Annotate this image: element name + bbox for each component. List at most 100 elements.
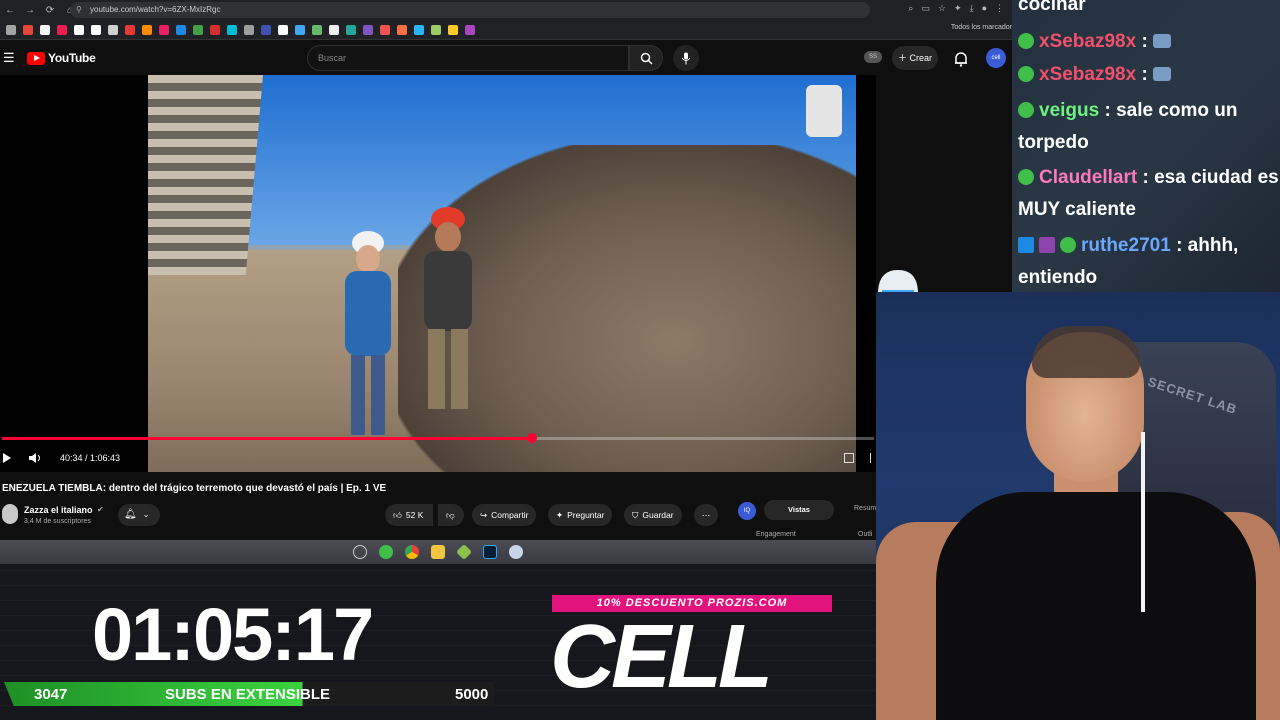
chat-username[interactable]: xSebaz98x — [1039, 31, 1136, 52]
video-time-display: 40:34 / 1:06:43 — [60, 453, 121, 463]
emote-icon — [1153, 67, 1172, 81]
search-input[interactable]: Buscar — [307, 45, 629, 71]
tab-views[interactable]: Vistas — [764, 500, 834, 520]
create-label: Crear — [909, 53, 933, 63]
search-button[interactable] — [629, 45, 663, 71]
bookmark-icon[interactable] — [465, 24, 475, 35]
bookmark-icon[interactable] — [414, 24, 424, 35]
download-icon[interactable]: ⤓ — [970, 3, 974, 14]
chat-username[interactable]: Claudellart — [1039, 167, 1137, 188]
photoshop-icon[interactable] — [483, 545, 497, 559]
webcam-feed: SECRET LAB — [876, 292, 1280, 720]
like-button[interactable]: 👍︎ 52 K — [385, 504, 433, 526]
iq-extension-icon[interactable]: IQ — [738, 502, 756, 520]
extensions-icon[interactable]: ✦ — [954, 3, 962, 14]
ss-badge[interactable]: SS — [864, 51, 882, 63]
bookmark-icon[interactable] — [261, 24, 271, 35]
bookmark-icon[interactable] — [193, 24, 203, 35]
chat-username[interactable]: veigus — [1039, 100, 1099, 121]
ask-label: Preguntar — [567, 510, 605, 520]
forward-icon[interactable]: → — [20, 0, 40, 20]
microphone-icon — [681, 52, 691, 64]
bookmark-icon[interactable] — [74, 24, 84, 35]
reload-icon[interactable]: ⟳ — [40, 0, 60, 20]
notifications-bell-icon[interactable] — [952, 50, 970, 68]
taskbar-app-icon[interactable] — [379, 545, 393, 559]
bookmark-icon[interactable] — [448, 24, 458, 35]
bookmark-tiktok-icon[interactable] — [57, 24, 67, 35]
share-icon: ↪ — [480, 510, 488, 520]
bookmark-icon[interactable] — [227, 24, 237, 35]
bookmark-icon[interactable] — [210, 24, 220, 35]
create-button[interactable]: ＋ Crear — [892, 46, 938, 70]
subs-goal-label: SUBS EN EXTENSIBLE — [165, 686, 331, 703]
bookmark-icon[interactable] — [176, 24, 186, 35]
os-taskbar — [0, 540, 876, 564]
bookmark-icon[interactable] — [91, 24, 101, 35]
dislike-button[interactable]: 👎︎ — [438, 504, 464, 526]
account-avatar[interactable]: cell — [986, 48, 1006, 68]
channel-name[interactable]: Zazza el italiano — [24, 505, 93, 515]
tab-summary[interactable]: Resum — [854, 505, 876, 512]
bookmark-icon[interactable] — [431, 24, 441, 35]
bookmark-icon[interactable] — [278, 24, 288, 35]
subscriber-badge-icon — [1018, 66, 1034, 82]
bookmark-icon[interactable] — [346, 24, 356, 35]
save-button[interactable]: ⛉ Guardar — [624, 504, 682, 526]
plus-icon: ＋ — [898, 53, 910, 63]
hamburger-menu-icon[interactable]: ☰ — [3, 50, 15, 66]
earphone-cable — [1141, 432, 1145, 612]
youtube-logo[interactable]: YouTube — [27, 51, 96, 65]
menu-icon[interactable]: ⋮ — [995, 3, 1004, 14]
video-frame[interactable] — [148, 75, 856, 472]
all-bookmarks-link[interactable]: Todos los marcador — [951, 24, 1012, 31]
taskbar-app-icon[interactable] — [456, 544, 472, 560]
volume-icon[interactable] — [28, 452, 42, 464]
video-player[interactable]: 40:34 / 1:06:43 — [0, 75, 876, 472]
chat-text: : — [1141, 64, 1148, 85]
file-explorer-icon[interactable] — [431, 545, 445, 559]
bookmark-icon[interactable] — [244, 24, 254, 35]
chat-username[interactable]: ruthe2701 — [1081, 235, 1171, 256]
bookmark-star-icon[interactable]: ☆ — [938, 3, 946, 14]
video-collapsed-building — [148, 75, 263, 275]
bookmark-x-icon[interactable] — [40, 24, 50, 35]
bookmark-icon[interactable] — [363, 24, 373, 35]
video-progress-fill — [2, 437, 532, 440]
cast-icon[interactable]: ▭ — [921, 3, 930, 14]
channel-avatar[interactable] — [2, 504, 18, 524]
site-info-icon[interactable]: ⚲ — [76, 2, 82, 18]
bookmark-icon[interactable] — [108, 24, 118, 35]
bookmark-icon[interactable] — [312, 24, 322, 35]
profile-icon[interactable]: ● — [982, 3, 987, 14]
subscription-bell-button[interactable]: 🔔︎ ⌄ — [118, 504, 160, 526]
bookmark-icon[interactable] — [295, 24, 305, 35]
video-progress-bar[interactable] — [2, 433, 874, 443]
chrome-icon[interactable] — [405, 545, 419, 559]
chat-username[interactable]: xSebaz98x — [1039, 64, 1136, 85]
system-settings-icon[interactable] — [353, 545, 367, 559]
miniplayer-icon[interactable] — [844, 453, 854, 463]
taskbar-app-icon[interactable] — [509, 545, 523, 559]
engagement-label: Engagement — [756, 531, 796, 538]
bookmark-icon[interactable] — [125, 24, 135, 35]
bookmark-icon[interactable] — [329, 24, 339, 35]
bookmark-instagram-icon[interactable] — [159, 24, 169, 35]
play-icon[interactable] — [2, 452, 12, 464]
bookmark-icon[interactable] — [380, 24, 390, 35]
voice-search-button[interactable] — [673, 45, 699, 71]
back-icon[interactable]: ← — [0, 0, 20, 20]
subscriber-badge-icon — [1018, 169, 1034, 185]
ask-button[interactable]: ✦ Preguntar — [548, 504, 613, 526]
bookmark-icon[interactable] — [142, 24, 152, 35]
more-icon: ⋯ — [701, 510, 711, 520]
zoom-icon[interactable]: ⌕ — [908, 3, 913, 14]
more-actions-button[interactable]: ⋯ — [694, 504, 718, 526]
address-bar[interactable]: ⚲ youtube.com/watch?v=6ZX-MxIzRgc — [70, 2, 870, 18]
bookmark-icon[interactable] — [397, 24, 407, 35]
chat-text: : — [1141, 31, 1148, 52]
share-button[interactable]: ↪ Compartir — [472, 504, 537, 526]
bookmark-gmail-icon[interactable] — [23, 24, 33, 35]
bookmark-icon[interactable] — [6, 24, 16, 35]
video-scrubber-handle[interactable] — [527, 433, 537, 443]
